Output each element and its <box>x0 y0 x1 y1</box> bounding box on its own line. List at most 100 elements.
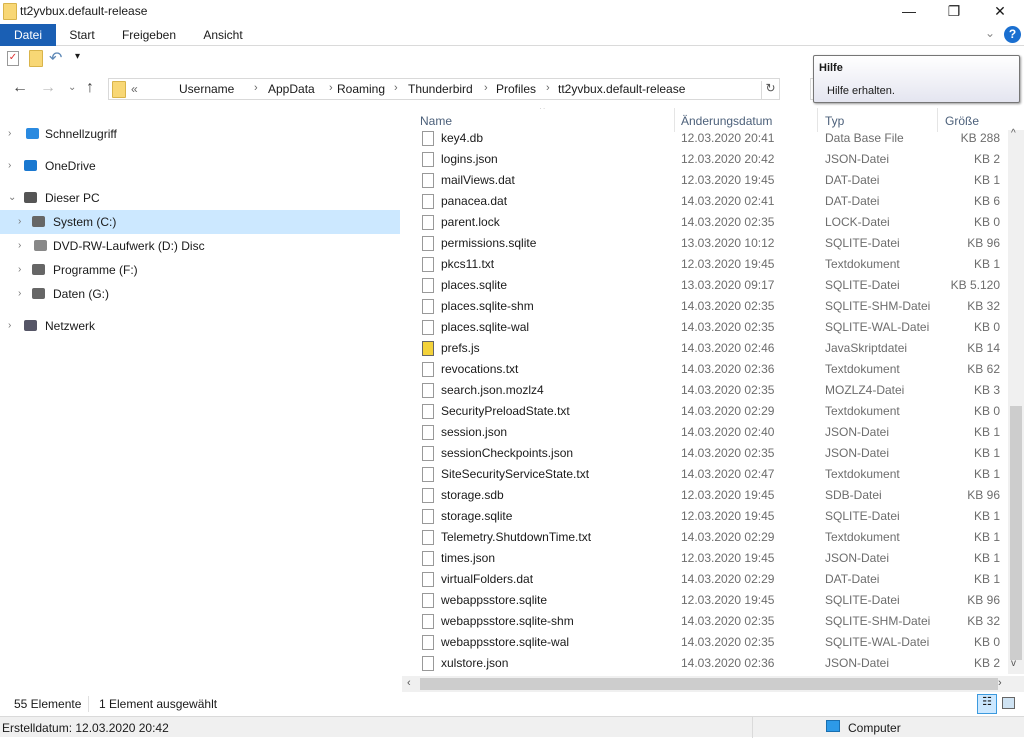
file-size: 1 KB <box>973 467 1000 481</box>
recent-locations-icon[interactable]: ⌄ <box>68 82 76 93</box>
vertical-scrollbar[interactable]: ^ v <box>1008 128 1024 674</box>
help-tooltip: Hilfe Hilfe erhalten. <box>813 55 1020 103</box>
file-date: 14.03.2020 02:29 <box>681 404 775 418</box>
minimize-button[interactable]: — <box>886 0 932 24</box>
file-row[interactable]: virtualFolders.dat 14.03.2020 02:29 DAT-Da… <box>402 569 1008 590</box>
nav-item-schnellzugriff[interactable]: › Schnellzugriff <box>0 122 400 146</box>
file-size: 0 KB <box>973 635 1000 649</box>
horizontal-scroll-thumb[interactable] <box>420 678 998 690</box>
file-row[interactable]: mailViews.dat 12.03.2020 19:45 DAT-Datei 1 … <box>402 170 1008 191</box>
crumb-thunderbird[interactable]: Thunderbird <box>408 82 473 96</box>
file-row[interactable]: pkcs11.txt 12.03.2020 19:45 Textdokument 1 … <box>402 254 1008 275</box>
nav-item-onedrive[interactable]: › OneDrive <box>0 154 400 178</box>
file-size: 62 KB <box>967 362 1000 376</box>
file-row[interactable]: SiteSecurityServiceState.txt 14.03.2020 0… <box>402 464 1008 485</box>
file-icon <box>422 614 434 629</box>
properties-icon[interactable]: ✓ <box>7 51 19 66</box>
overflow-crumb[interactable]: « <box>131 82 138 96</box>
expand-ribbon-button[interactable]: ⌄ <box>985 26 995 40</box>
nav-item-dieser-pc[interactable]: ⌄ Dieser PC <box>0 186 400 210</box>
tab-datei[interactable]: Datei <box>0 24 56 46</box>
file-row[interactable]: places.sqlite-shm 14.03.2020 02:35 SQLITE-… <box>402 296 1008 317</box>
file-row[interactable]: places.sqlite 13.03.2020 09:17 SQLITE-Date… <box>402 275 1008 296</box>
crumb-appdata[interactable]: AppData <box>268 82 315 96</box>
file-row[interactable]: sessionCheckpoints.json 14.03.2020 02:35 J… <box>402 443 1008 464</box>
tab-freigeben[interactable]: Freigeben <box>115 24 183 46</box>
drive-icon <box>32 288 45 299</box>
file-date: 14.03.2020 02:35 <box>681 320 775 334</box>
file-type: SQLITE-Datei <box>825 278 900 292</box>
drive-icon <box>32 264 45 275</box>
nav-item-netzwerk[interactable]: › Netzwerk <box>0 314 400 338</box>
tooltip-text: Hilfe erhalten. <box>827 85 895 97</box>
nav-item-daten-g[interactable]: › Daten (G:) <box>0 282 400 306</box>
help-button[interactable]: ? <box>1004 26 1021 43</box>
file-row[interactable]: parent.lock 14.03.2020 02:35 LOCK-Datei 0 K… <box>402 212 1008 233</box>
file-type: DAT-Datei <box>825 194 880 208</box>
file-row[interactable]: SecurityPreloadState.txt 14.03.2020 02:29… <box>402 401 1008 422</box>
quick-access-toolbar: ✓ ↶ ▾ <box>0 48 100 70</box>
file-date: 14.03.2020 02:40 <box>681 425 775 439</box>
file-size: 96 KB <box>967 593 1000 607</box>
file-row[interactable]: permissions.sqlite 13.03.2020 10:12 SQLITE… <box>402 233 1008 254</box>
crumb-roaming[interactable]: Roaming <box>337 82 385 96</box>
expand-chevron-icon[interactable]: ⌄ <box>8 186 16 210</box>
vertical-scroll-thumb[interactable] <box>1010 406 1022 660</box>
file-row[interactable]: times.json 12.03.2020 19:45 JSON-Datei 1 KB <box>402 548 1008 569</box>
file-row[interactable]: logins.json 12.03.2020 20:42 JSON-Datei 2 K… <box>402 149 1008 170</box>
file-name: revocations.txt <box>441 362 519 376</box>
file-row[interactable]: revocations.txt 14.03.2020 02:36 Textdokum… <box>402 359 1008 380</box>
nav-item-system-c[interactable]: › System (C:) <box>0 210 400 234</box>
forward-button[interactable]: → <box>40 79 56 97</box>
file-name: prefs.js <box>441 341 480 355</box>
file-size: 32 KB <box>967 299 1000 313</box>
crumb-username[interactable]: Username <box>179 82 234 96</box>
tab-ansicht[interactable]: Ansicht <box>196 24 250 46</box>
file-name: places.sqlite-shm <box>441 299 534 313</box>
file-type: Textdokument <box>825 530 900 544</box>
details-view-button[interactable]: ☷ <box>977 694 997 714</box>
file-row[interactable]: panacea.dat 14.03.2020 02:41 DAT-Datei 6 KB <box>402 191 1008 212</box>
file-row[interactable]: session.json 14.03.2020 02:40 JSON-Datei 1 … <box>402 422 1008 443</box>
file-row[interactable]: storage.sqlite 12.03.2020 19:45 SQLITE-Dat… <box>402 506 1008 527</box>
file-icon <box>422 152 434 167</box>
file-name: sessionCheckpoints.json <box>441 446 574 460</box>
file-row[interactable]: places.sqlite-wal 14.03.2020 02:35 SQLITE-… <box>402 317 1008 338</box>
horizontal-scrollbar[interactable]: ‹ › <box>402 676 1024 692</box>
large-icons-view-button[interactable] <box>1002 697 1015 709</box>
expand-chevron-icon[interactable]: › <box>8 122 11 146</box>
crumb-profile-folder[interactable]: tt2yvbux.default-release <box>558 82 685 96</box>
file-row[interactable]: webappsstore.sqlite-wal 14.03.2020 02:35 S… <box>402 632 1008 653</box>
nav-item-dvd-rw-laufwerk-d-disc[interactable]: › DVD-RW-Laufwerk (D:) Disc <box>0 234 400 258</box>
expand-chevron-icon[interactable]: › <box>8 154 11 178</box>
address-bar[interactable]: « Username › AppData › Roaming › Thunder… <box>108 78 780 100</box>
new-folder-icon[interactable] <box>29 50 43 67</box>
expand-chevron-icon[interactable]: › <box>8 314 11 338</box>
file-row[interactable]: xulstore.json 14.03.2020 02:36 JSON-Datei 2… <box>402 653 1008 674</box>
file-name: logins.json <box>441 152 498 166</box>
nav-item-programme-f[interactable]: › Programme (F:) <box>0 258 400 282</box>
file-row[interactable]: key4.db 12.03.2020 20:41 Data Base File 288… <box>402 128 1008 149</box>
file-size: 0 KB <box>973 215 1000 229</box>
maximize-button[interactable]: ❐ <box>931 0 977 24</box>
file-row[interactable]: prefs.js 14.03.2020 02:46 JavaSkriptdatei 1… <box>402 338 1008 359</box>
up-button[interactable]: ↑ <box>86 79 94 97</box>
file-row[interactable]: webappsstore.sqlite 12.03.2020 19:45 SQLIT… <box>402 590 1008 611</box>
expand-chevron-icon[interactable]: › <box>18 210 21 234</box>
file-row[interactable]: webappsstore.sqlite-shm 14.03.2020 02:35 S… <box>402 611 1008 632</box>
expand-chevron-icon[interactable]: › <box>18 258 21 282</box>
refresh-button[interactable]: ↻ <box>761 81 779 99</box>
expand-chevron-icon[interactable]: › <box>18 282 21 306</box>
expand-chevron-icon[interactable]: › <box>18 234 21 258</box>
back-button[interactable]: ← <box>12 79 28 97</box>
file-row[interactable]: storage.sdb 12.03.2020 19:45 SDB-Datei 96 K… <box>402 485 1008 506</box>
file-date: 14.03.2020 02:36 <box>681 362 775 376</box>
tab-start[interactable]: Start <box>62 24 102 46</box>
crumb-profiles[interactable]: Profiles <box>496 82 536 96</box>
file-row[interactable]: Telemetry.ShutdownTime.txt 14.03.2020 02:… <box>402 527 1008 548</box>
close-button[interactable]: ✕ <box>977 0 1023 24</box>
undo-icon[interactable]: ↶ <box>49 48 62 68</box>
file-row[interactable]: search.json.mozlz4 14.03.2020 02:35 MOZLZ4… <box>402 380 1008 401</box>
customize-toolbar-icon[interactable]: ▾ <box>75 51 80 62</box>
details-bar: Erstelldatum: 12.03.2020 20:42 Computer <box>0 716 1024 738</box>
